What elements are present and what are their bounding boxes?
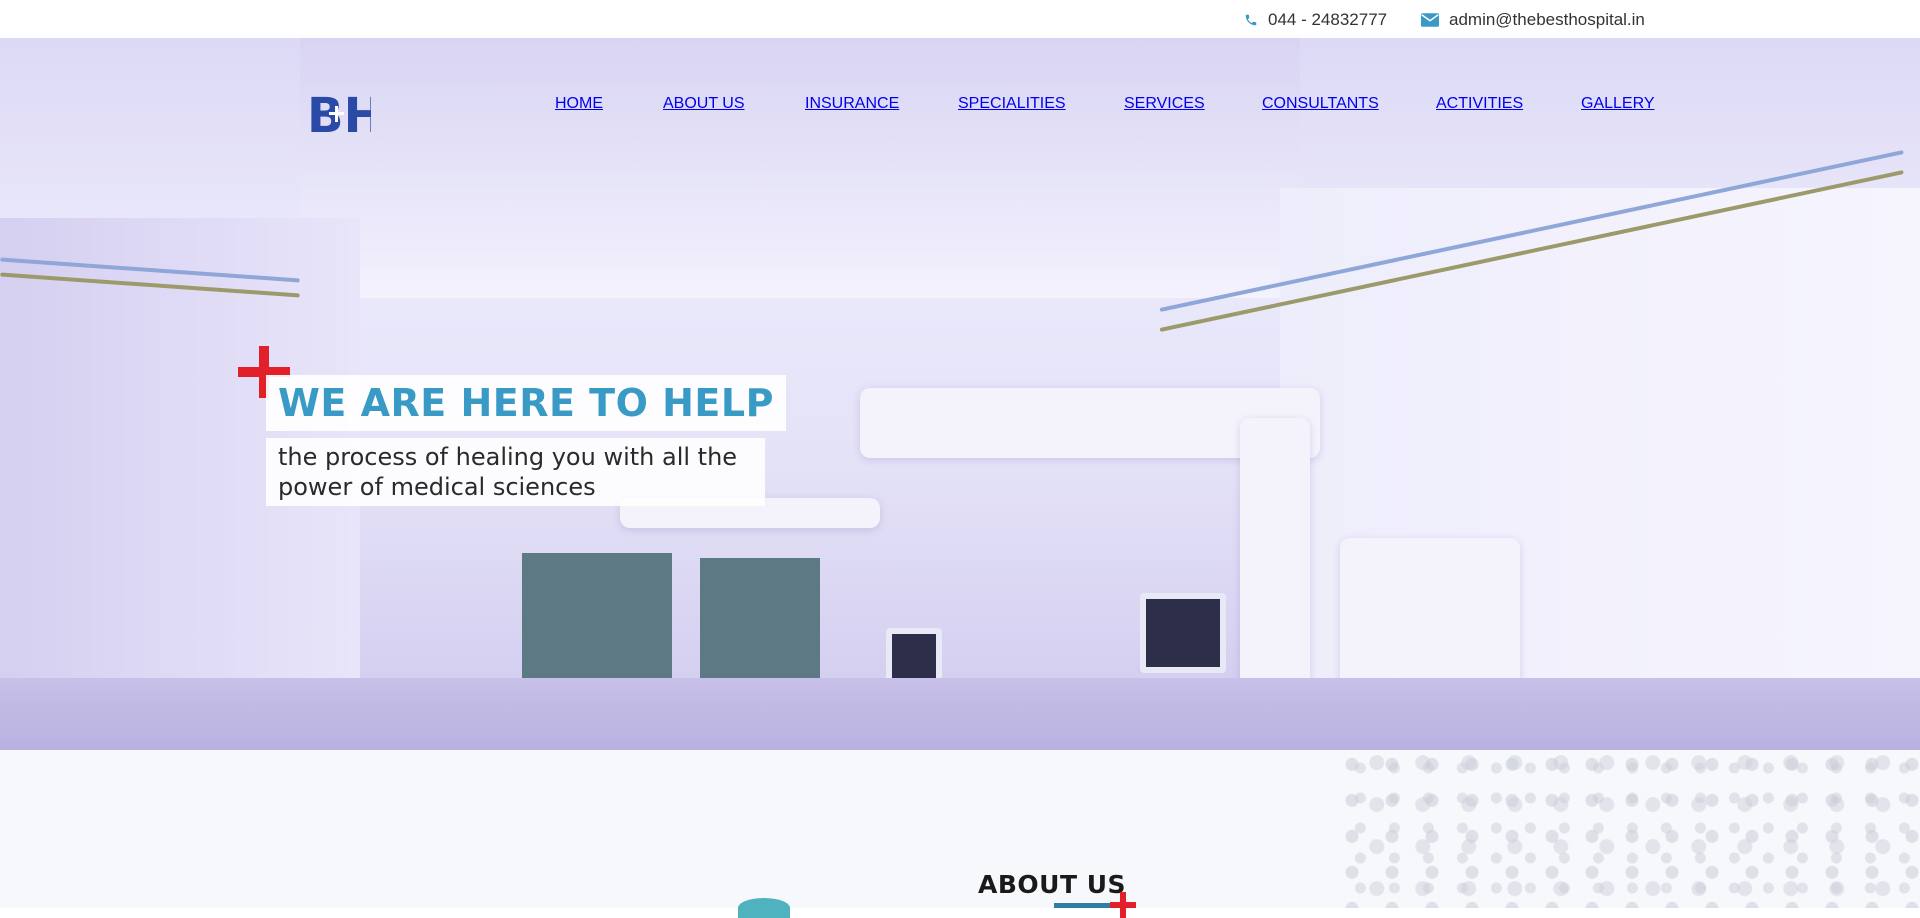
hero-monitor	[1140, 593, 1226, 673]
email-address: admin@thebesthospital.in	[1449, 10, 1645, 29]
about-title: ABOUT US	[978, 870, 1127, 899]
bh-logo-icon: BH	[307, 88, 384, 144]
email-contact[interactable]: admin@thebesthospital.in	[1421, 10, 1645, 30]
leaf-decoration-icon	[738, 898, 790, 918]
nav-item-gallery[interactable]: GALLERY	[1581, 95, 1655, 113]
tree-decoration	[1340, 750, 1920, 908]
nav-item-specialities[interactable]: SPECIALITIES	[958, 95, 1066, 113]
phone-number: 044 - 24832777	[1268, 10, 1388, 29]
hero-subtitle: the process of healing you with all the …	[266, 438, 765, 506]
red-cross-icon	[1110, 892, 1136, 918]
site-logo[interactable]: BH	[307, 88, 384, 144]
about-section	[0, 750, 1920, 908]
nav-item-consultants[interactable]: CONSULTANTS	[1262, 95, 1379, 113]
nav-item-insurance[interactable]: INSURANCE	[805, 95, 899, 113]
phone-icon	[1245, 14, 1257, 26]
about-title-underline	[1054, 903, 1110, 908]
nav-item-about-us[interactable]: ABOUT US	[663, 95, 745, 113]
hero-headline: WE ARE HERE TO HELP	[266, 375, 786, 431]
nav-item-services[interactable]: SERVICES	[1124, 95, 1205, 113]
envelope-icon	[1421, 13, 1439, 27]
hero-floor	[0, 678, 1920, 750]
hero-ceiling	[300, 38, 1300, 298]
nav-item-home[interactable]: HOME	[555, 95, 603, 113]
phone-contact[interactable]: 044 - 24832777	[1244, 10, 1387, 30]
top-contact-bar: 044 - 24832777 admin@thebesthospital.in	[0, 0, 1920, 38]
nav-item-activities[interactable]: ACTIVITIES	[1436, 95, 1523, 113]
hero-subtitle-line: the process of healing you with all the	[278, 443, 738, 471]
hero-subtitle-line: power of medical sciences	[278, 473, 596, 501]
